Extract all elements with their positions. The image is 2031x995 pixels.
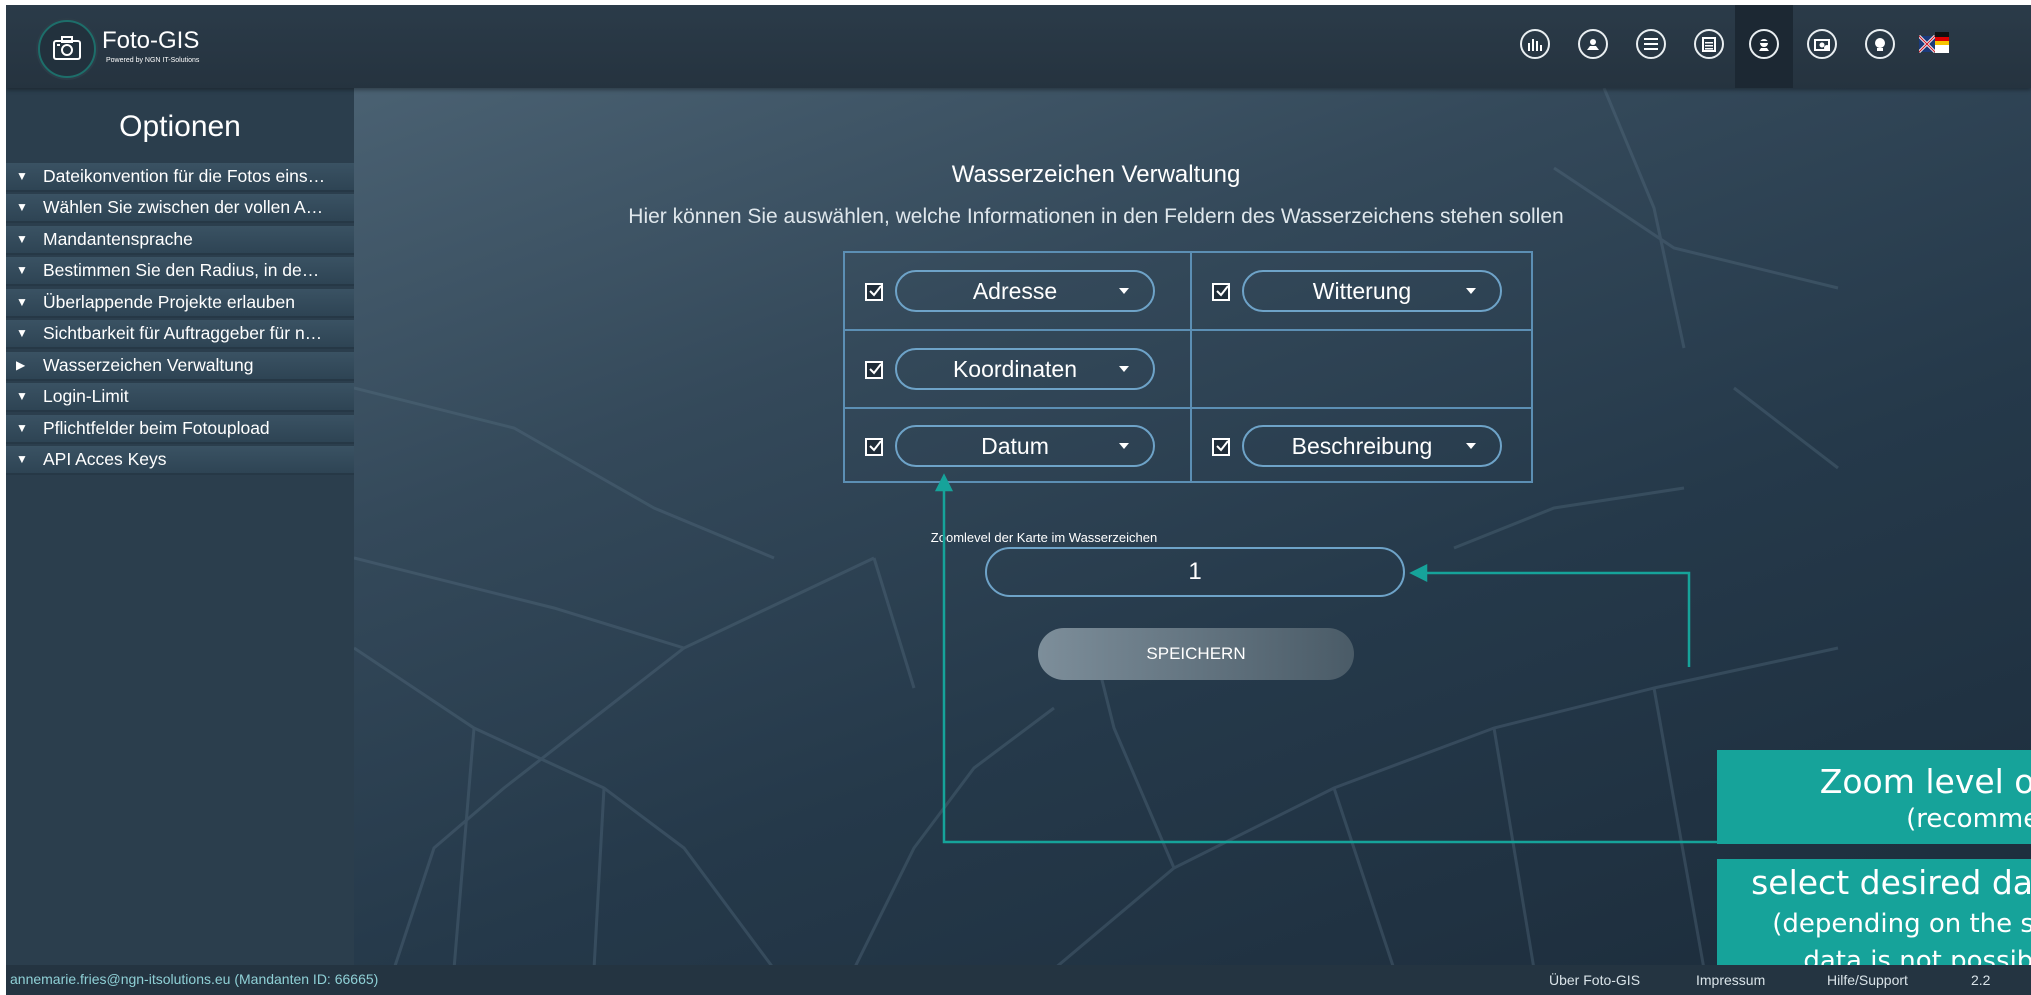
field-checkbox[interactable]	[865, 438, 883, 456]
sidebar-item-label: API Acces Keys	[43, 449, 167, 469]
chevron-down-icon: ▼	[16, 421, 28, 435]
sidebar-title: Optionen	[119, 110, 241, 143]
top-header: Foto-GIS Powered by NGN IT-Solutions	[6, 5, 2031, 88]
camera-add-icon[interactable]	[1804, 26, 1840, 62]
panel-subtitle: Hier können Sie auswählen, welche Inform…	[628, 205, 1564, 228]
sidebar-item-sichtbarkeit[interactable]: ▼ Sichtbarkeit für Auftraggeber für n…	[6, 320, 354, 349]
caret-down-icon	[1119, 366, 1129, 372]
annotation-line: (depending on the size of the field, som…	[1772, 909, 2031, 939]
sidebar-item-radius[interactable]: ▼ Bestimmen Sie den Radius, in de…	[6, 257, 354, 286]
sidebar-item-label: Pflichtfelder beim Fotoupload	[43, 418, 270, 438]
dropdown-value: Witterung	[1312, 278, 1412, 304]
save-button[interactable]: SPEICHERN	[1038, 628, 1354, 680]
statistics-icon[interactable]	[1517, 26, 1553, 62]
sidebar-item-ueberlappende-projekte[interactable]: ▼ Überlappende Projekte erlauben	[6, 289, 354, 318]
watermark-field-grid: Adresse Witterung Koordinaten Datum Besc…	[843, 251, 1533, 483]
sidebar-item-label: Sichtbarkeit für Auftraggeber für n…	[43, 323, 323, 343]
options-sidebar: Optionen ▼ Dateikonvention für die Fotos…	[6, 88, 354, 969]
sidebar-item-label: Dateikonvention für die Fotos eins…	[43, 166, 326, 186]
zoom-level-input[interactable]: 1	[985, 547, 1405, 597]
app-subtitle: Powered by NGN IT-Solutions	[106, 57, 200, 64]
dropdown-value: Koordinaten	[952, 356, 1078, 382]
zoom-annotation: Zoom level of map section (recommendatio…	[1717, 750, 2031, 844]
sidebar-item-dateikonvention[interactable]: ▼ Dateikonvention für die Fotos eins…	[6, 163, 354, 192]
field-cell-r1c2: Witterung	[1192, 253, 1537, 329]
annotation-line: (recommendation 2)	[1906, 804, 2031, 834]
dropdown-value: Beschreibung	[1291, 433, 1433, 459]
chevron-right-icon: ▶	[16, 358, 26, 372]
sidebar-item-label: Login-Limit	[43, 386, 129, 406]
field-dropdown[interactable]: Datum	[895, 425, 1155, 467]
field-dropdown[interactable]: Adresse	[895, 270, 1155, 312]
chevron-down-icon: ▼	[16, 232, 28, 246]
chevron-down-icon: ▼	[16, 295, 28, 309]
footer-link-support[interactable]: Hilfe/Support	[1827, 966, 1908, 994]
caret-down-icon	[1466, 288, 1476, 294]
field-checkbox[interactable]	[1212, 283, 1230, 301]
app-window: Foto-GIS Powered by NGN IT-Solutions Opt…	[6, 5, 2031, 995]
user-info: annemarie.fries@ngn-itsolutions.eu (Mand…	[10, 971, 379, 987]
annotation-line: select desired data from dropdown	[1751, 863, 2031, 902]
profile-icon[interactable]	[1862, 26, 1898, 62]
field-checkbox[interactable]	[865, 361, 883, 379]
caret-down-icon	[1119, 288, 1129, 294]
chevron-down-icon: ▼	[16, 389, 28, 403]
field-dropdown[interactable]: Koordinaten	[895, 348, 1155, 390]
sidebar-item-ansicht[interactable]: ▼ Wählen Sie zwischen der vollen A…	[6, 194, 354, 223]
caret-down-icon	[1466, 443, 1476, 449]
clipboard-icon[interactable]	[1691, 26, 1727, 62]
dropdown-annotation: select desired data from dropdown (depen…	[1717, 859, 2031, 969]
language-flag-icon[interactable]	[1918, 26, 1954, 62]
field-dropdown[interactable]: Beschreibung	[1242, 425, 1502, 467]
dropdown-value: Adresse	[972, 278, 1058, 304]
list-icon[interactable]	[1633, 26, 1669, 62]
caret-down-icon	[1119, 443, 1129, 449]
status-footer: annemarie.fries@ngn-itsolutions.eu (Mand…	[6, 965, 2031, 995]
app-title: Foto-GIS	[102, 27, 200, 54]
sidebar-item-label: Mandantensprache	[43, 229, 193, 249]
sidebar-item-label: Wählen Sie zwischen der vollen A…	[43, 197, 324, 217]
field-cell-r2c1: Koordinaten	[845, 331, 1190, 407]
field-dropdown[interactable]: Witterung	[1242, 270, 1502, 312]
annotation-line: Zoom level of map section	[1819, 762, 2031, 801]
field-checkbox[interactable]	[865, 283, 883, 301]
chevron-down-icon: ▼	[16, 326, 28, 340]
chevron-down-icon: ▼	[16, 263, 28, 277]
footer-link-impressum[interactable]: Impressum	[1696, 966, 1765, 994]
sidebar-item-label: Wasserzeichen Verwaltung	[43, 355, 254, 375]
field-checkbox[interactable]	[1212, 438, 1230, 456]
dropdown-value: Datum	[981, 433, 1049, 459]
zoom-level-label: Zoomlevel der Karte im Wasserzeichen	[930, 530, 1158, 545]
sidebar-item-api-keys[interactable]: ▼ API Acces Keys	[6, 446, 354, 475]
sidebar-item-mandantensprache[interactable]: ▼ Mandantensprache	[6, 226, 354, 255]
sidebar-item-pflichtfelder[interactable]: ▼ Pflichtfelder beim Fotoupload	[6, 415, 354, 444]
sidebar-item-wasserzeichen[interactable]: ▶ Wasserzeichen Verwaltung	[6, 352, 354, 381]
version-label: 2.2	[1971, 972, 1991, 988]
chevron-down-icon: ▼	[16, 452, 28, 466]
field-cell-r3c2: Beschreibung	[1192, 408, 1537, 484]
field-cell-r1c1: Adresse	[845, 253, 1190, 329]
admin-user-icon[interactable]	[1746, 26, 1782, 62]
field-cell-r3c1: Datum	[845, 408, 1190, 484]
chevron-down-icon: ▼	[16, 169, 28, 183]
sidebar-item-label: Überlappende Projekte erlauben	[43, 292, 295, 312]
map-user-icon[interactable]	[1575, 26, 1611, 62]
camera-logo-icon[interactable]	[38, 20, 96, 78]
chevron-down-icon: ▼	[16, 200, 28, 214]
sidebar-item-label: Bestimmen Sie den Radius, in de…	[43, 260, 320, 280]
sidebar-item-login-limit[interactable]: ▼ Login-Limit	[6, 383, 354, 412]
panel-title: Wasserzeichen Verwaltung	[951, 161, 1241, 188]
footer-link-about[interactable]: Über Foto-GIS	[1549, 966, 1640, 994]
main-panel: Wasserzeichen Verwaltung Hier können Sie…	[354, 88, 2031, 969]
